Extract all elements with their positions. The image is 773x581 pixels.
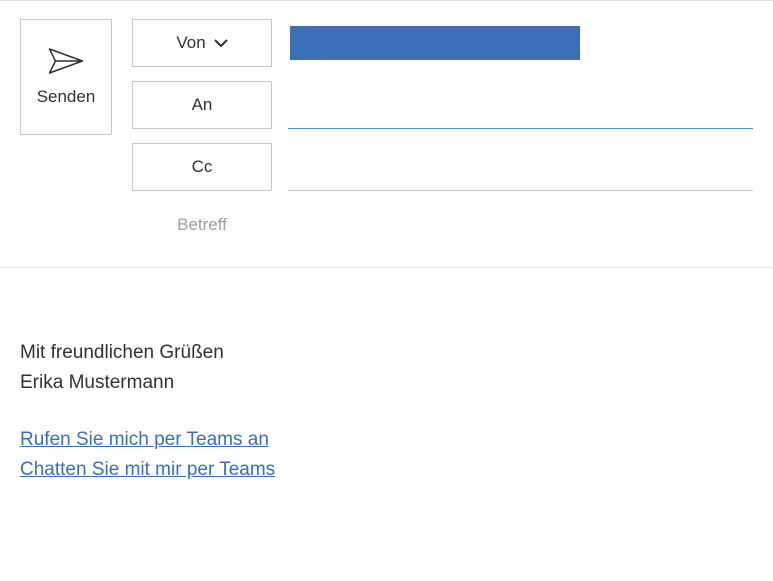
subject-row: Betreff [132,205,753,253]
fields-column: Von An Cc Be [132,19,753,267]
to-button[interactable]: An [132,81,272,129]
to-input[interactable] [290,96,751,114]
compose-header: Senden Von An Cc [0,0,773,268]
send-icon [48,47,84,75]
from-label: Von [176,33,205,53]
from-row: Von [132,19,753,67]
cc-input-area[interactable] [288,143,753,191]
subject-label: Betreff [132,205,272,245]
from-value-area [288,19,753,67]
to-row: An [132,81,753,129]
subject-input-area[interactable] [288,205,753,253]
cc-input[interactable] [290,158,751,176]
chevron-down-icon [214,35,228,51]
message-body[interactable]: Mit freundlichen Grüßen Erika Mustermann… [0,268,773,506]
signature-name: Erika Mustermann [20,368,753,398]
teams-chat-link[interactable]: Chatten Sie mit mir per Teams [20,455,753,485]
to-input-area[interactable] [288,81,753,129]
from-value-redacted [290,26,580,60]
closing-line: Mit freundlichen Grüßen [20,338,753,368]
send-button[interactable]: Senden [20,19,112,135]
teams-call-link[interactable]: Rufen Sie mich per Teams an [20,425,753,455]
to-label: An [192,95,213,115]
send-label: Senden [37,87,96,107]
cc-button[interactable]: Cc [132,143,272,191]
signature-block: Mit freundlichen Grüßen Erika Mustermann [20,338,753,399]
cc-row: Cc [132,143,753,191]
subject-input[interactable] [290,220,751,238]
from-button[interactable]: Von [132,19,272,67]
cc-label: Cc [192,157,213,177]
